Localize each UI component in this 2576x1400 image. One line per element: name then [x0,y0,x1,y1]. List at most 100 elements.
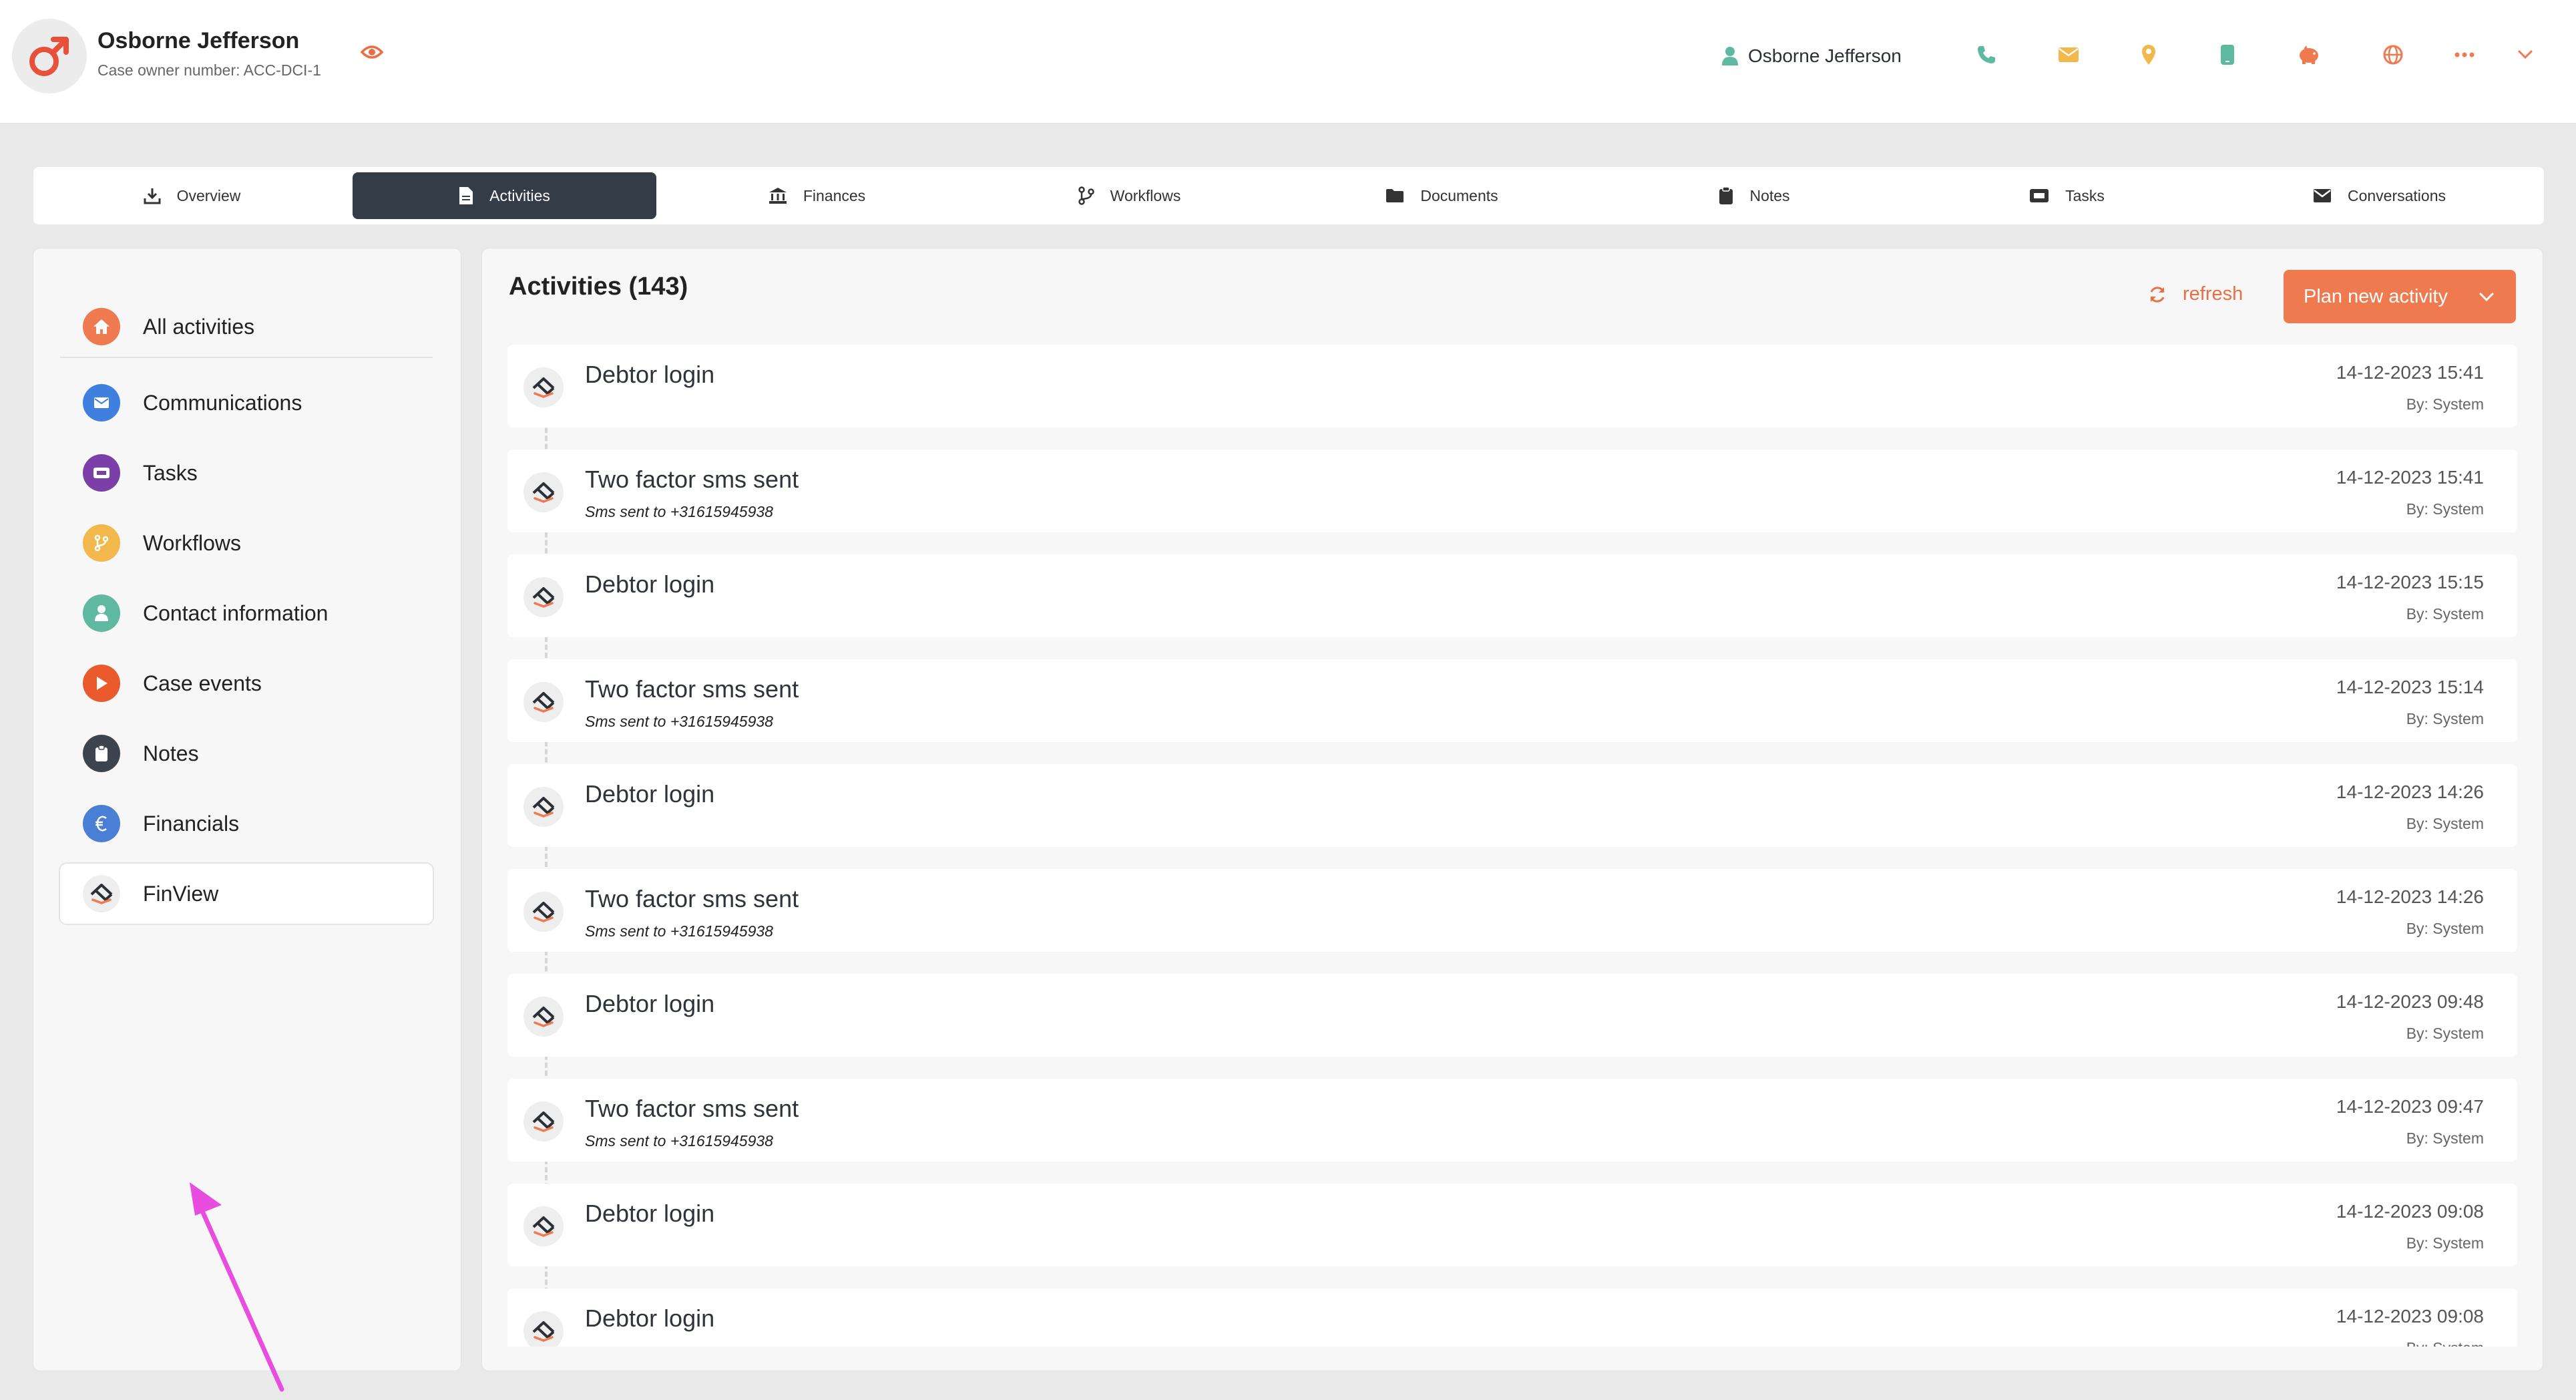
sidebar-item-financials[interactable]: Financials [60,794,433,854]
app-root: Osborne Jefferson Case owner number: ACC… [0,0,2576,1400]
tab-overview[interactable]: Overview [40,172,344,219]
activity-subtitle: Sms sent to +31615945938 [585,503,773,520]
globe-icon[interactable] [2380,41,2406,68]
more-icon[interactable] [2451,41,2478,68]
sidebar-divider [60,357,433,358]
activities-panel: Activities (143) refresh Plan new activi… [482,248,2543,1371]
refresh-label: refresh [2183,283,2243,305]
activity-author: By: System [2406,815,2484,832]
location-icon[interactable] [2135,41,2162,68]
tab-workflows[interactable]: Workflows [978,172,1281,219]
activity-row[interactable]: Debtor login 14-12-2023 09:08 By: System [507,1288,2517,1347]
activity-date: 14-12-2023 14:26 [2336,886,2484,907]
clipboard-icon [83,735,120,772]
chevron-down-icon[interactable] [2512,41,2539,68]
finview-logo-icon [523,682,564,722]
activity-title: Two factor sms sent [585,885,799,912]
refresh-icon [2150,286,2165,303]
tab-finances[interactable]: Finances [665,172,969,219]
ticket-icon [2030,189,2049,202]
phone-icon[interactable] [1973,41,2000,68]
activity-row[interactable]: Debtor login 14-12-2023 09:48 By: System [507,974,2517,1057]
chevron-down-icon[interactable] [2477,287,2496,306]
download-icon [144,188,161,204]
avatar[interactable] [12,19,87,94]
user-icon [1722,47,1738,65]
piggy-bank-icon[interactable] [2296,41,2322,68]
finview-logo-icon [523,472,564,512]
sidebar-item-communications[interactable]: Communications [60,373,433,433]
activity-row[interactable]: Two factor sms sent Sms sent to +31615945… [507,869,2517,952]
sidebar-item-notes[interactable]: Notes [60,723,433,783]
current-user[interactable]: Osborne Jefferson [1721,43,1902,69]
activity-date: 14-12-2023 09:47 [2336,1096,2484,1117]
activity-subtitle: Sms sent to +31615945938 [585,922,773,940]
activity-date: 14-12-2023 15:41 [2336,467,2484,488]
sidebar-item-contact-information[interactable]: Contact information [60,583,433,643]
tab-label: Notes [1749,186,1790,204]
sidebar-item-tasks[interactable]: Tasks [60,443,433,503]
activity-title: Two factor sms sent [585,1095,799,1122]
activity-date: 14-12-2023 09:48 [2336,991,2484,1012]
sidebar-item-all-activities[interactable]: All activities [60,297,433,357]
activity-title: Two factor sms sent [585,466,799,493]
activity-author: By: System [2406,395,2484,413]
male-icon [29,37,69,76]
document-icon [459,187,473,204]
finview-logo-icon [523,1101,564,1142]
sidebar-item-label: Contact information [143,600,329,625]
activity-title: Debtor login [585,1200,715,1227]
tab-activities[interactable]: Activities [353,172,656,219]
activity-author: By: System [2406,710,2484,727]
activity-list: Debtor login 14-12-2023 15:41 By: System Tw… [507,345,2517,1347]
mail-icon[interactable] [2055,41,2082,68]
tab-documents[interactable]: Documents [1290,172,1594,219]
activity-author: By: System [2406,1129,2484,1147]
activity-row[interactable]: Two factor sms sent Sms sent to +31615945… [507,1079,2517,1162]
bank-icon [769,188,787,204]
activity-row[interactable]: Debtor login 14-12-2023 09:08 By: System [507,1184,2517,1266]
sidebar-item-case-events[interactable]: Case events [60,653,433,713]
finview-logo-icon [523,1206,564,1246]
activity-author: By: System [2406,500,2484,518]
finview-logo-icon [523,1311,564,1347]
sidebar-item-workflows[interactable]: Workflows [60,513,433,573]
tab-conversations[interactable]: Conversations [2227,172,2531,219]
tab-label: Tasks [2065,186,2105,204]
activities-title: Activities (143) [509,273,688,301]
activity-date: 14-12-2023 15:15 [2336,572,2484,592]
case-owner-number: Case owner number: ACC-DCI-1 [97,61,321,79]
activity-row[interactable]: Debtor login 14-12-2023 15:41 By: System [507,345,2517,427]
tab-label: Overview [176,186,241,204]
activity-date: 14-12-2023 14:26 [2336,781,2484,802]
refresh-button[interactable]: refresh [2148,283,2243,305]
finview-logo-icon [83,875,120,912]
sidebar-item-label: Financials [143,811,240,836]
activity-author: By: System [2406,1339,2484,1347]
activity-row[interactable]: Debtor login 14-12-2023 15:15 By: System [507,554,2517,637]
tab-label: Conversations [2347,186,2446,204]
plan-new-activity-button[interactable]: Plan new activity [2284,270,2516,323]
sidebar-item-label: Case events [143,671,262,695]
activity-row[interactable]: Two factor sms sent Sms sent to +31615945… [507,450,2517,532]
activity-author: By: System [2406,1234,2484,1252]
activity-subtitle: Sms sent to +31615945938 [585,1132,773,1150]
annotation-arrow [180,1177,300,1400]
plan-new-activity-label: Plan new activity [2304,285,2448,307]
activity-title: Debtor login [585,361,715,388]
user-icon [83,594,120,632]
mobile-icon[interactable] [2214,41,2241,68]
sidebar: All activities Communications Tasks Work… [33,248,461,1392]
tab-tasks[interactable]: Tasks [1915,172,2219,219]
activity-subtitle: Sms sent to +31615945938 [585,713,773,730]
tab-label: Finances [803,186,866,204]
finview-logo-icon [523,892,564,932]
play-icon [83,665,120,702]
sidebar-item-finview[interactable]: FinView [60,864,433,924]
activity-row[interactable]: Debtor login 14-12-2023 14:26 By: System [507,764,2517,847]
activity-row[interactable]: Two factor sms sent Sms sent to +31615945… [507,659,2517,742]
eye-icon[interactable] [360,44,384,63]
activity-date: 14-12-2023 15:41 [2336,362,2484,383]
sidebar-item-label: Communications [143,390,302,415]
tab-notes[interactable]: Notes [1602,172,1906,219]
